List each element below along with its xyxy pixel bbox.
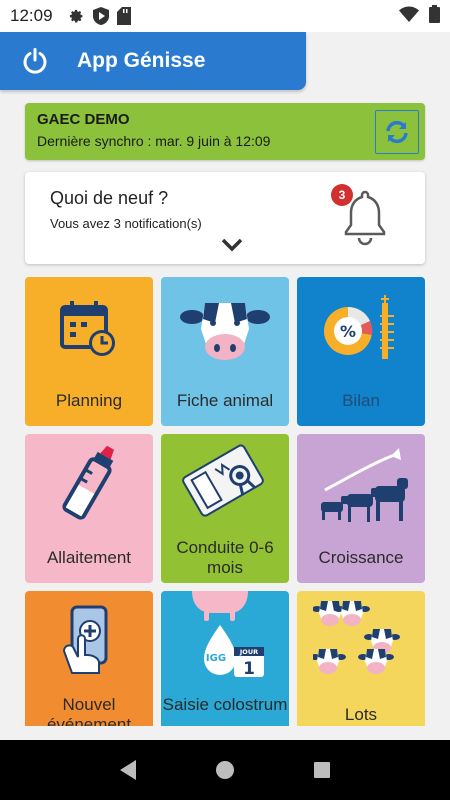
menu-grid: Planning Fiche animal % Bilan Allaitemen… — [25, 277, 425, 726]
baby-bottle-icon — [25, 442, 153, 528]
tile-label-saisie-colostrum: Saisie colostrum — [162, 695, 288, 714]
farm-card: GAEC DEMO Dernière synchro : mar. 9 juin… — [25, 103, 425, 160]
app-bar: App Génisse — [0, 32, 306, 90]
tile-label-croissance: Croissance — [318, 548, 404, 567]
tile-label-nouvel-evenement: Nouvel événement — [46, 695, 132, 726]
settings-icon — [67, 7, 85, 25]
cow-group-icon — [297, 599, 425, 681]
card-ribbon-icon — [161, 444, 289, 522]
udder-igg-icon: IGG JOUR 1 — [161, 591, 289, 687]
wifi-icon — [399, 6, 419, 27]
status-time: 12:09 — [10, 6, 53, 25]
status-bar: 12:09 — [0, 0, 450, 32]
svg-text:JOUR: JOUR — [239, 648, 258, 656]
tile-label-planning: Planning — [55, 391, 123, 410]
svg-text:IGG: IGG — [206, 653, 226, 664]
tile-label-conduite: Conduite 0-6 mois — [176, 538, 274, 577]
tile-fiche-animal[interactable]: Fiche animal — [161, 277, 289, 426]
tile-conduite[interactable]: Conduite 0-6 mois — [161, 434, 289, 583]
calves-growth-icon — [297, 446, 425, 526]
refresh-icon — [386, 120, 408, 144]
tile-lots[interactable]: Lots — [297, 591, 425, 726]
percent-chart-icon: % — [297, 295, 425, 367]
tile-label-allaitement: Allaitement — [46, 548, 132, 567]
tile-planning[interactable]: Planning — [25, 277, 153, 426]
tile-label-fiche-animal: Fiche animal — [176, 391, 274, 410]
svg-text:1: 1 — [243, 659, 255, 679]
tile-saisie-colostrum[interactable]: IGG JOUR 1 Saisie colostrum — [161, 591, 289, 726]
last-sync-text: Dernière synchro : mar. 9 juin à 12:09 — [37, 133, 271, 149]
back-icon[interactable] — [114, 756, 142, 784]
notification-badge: 3 — [331, 184, 353, 206]
battery-icon — [429, 4, 440, 28]
calendar-clock-icon — [25, 295, 153, 365]
tile-label-bilan: Bilan — [342, 391, 380, 410]
farm-name: GAEC DEMO — [37, 111, 130, 128]
home-icon[interactable] — [211, 756, 239, 784]
tile-nouvel-evenement[interactable]: Nouvel événement — [25, 591, 153, 726]
tile-label-lots: Lots — [344, 705, 378, 724]
recents-icon[interactable] — [308, 756, 336, 784]
sd-card-icon — [116, 7, 131, 25]
news-card[interactable]: Quoi de neuf ? Vous avez 3 notification(… — [25, 172, 425, 264]
tile-bilan[interactable]: % Bilan — [297, 277, 425, 426]
hand-phone-plus-icon — [25, 601, 153, 681]
chevron-down-icon[interactable] — [221, 238, 243, 257]
tile-allaitement[interactable]: Allaitement — [25, 434, 153, 583]
tile-croissance[interactable]: Croissance — [297, 434, 425, 583]
app-title: App Génisse — [77, 49, 206, 72]
svg-text:%: % — [340, 322, 356, 341]
power-icon[interactable] — [20, 46, 50, 76]
android-nav-bar — [0, 740, 450, 800]
cow-head-icon — [161, 295, 289, 365]
shield-play-icon — [92, 7, 109, 25]
sync-button[interactable] — [375, 110, 419, 154]
